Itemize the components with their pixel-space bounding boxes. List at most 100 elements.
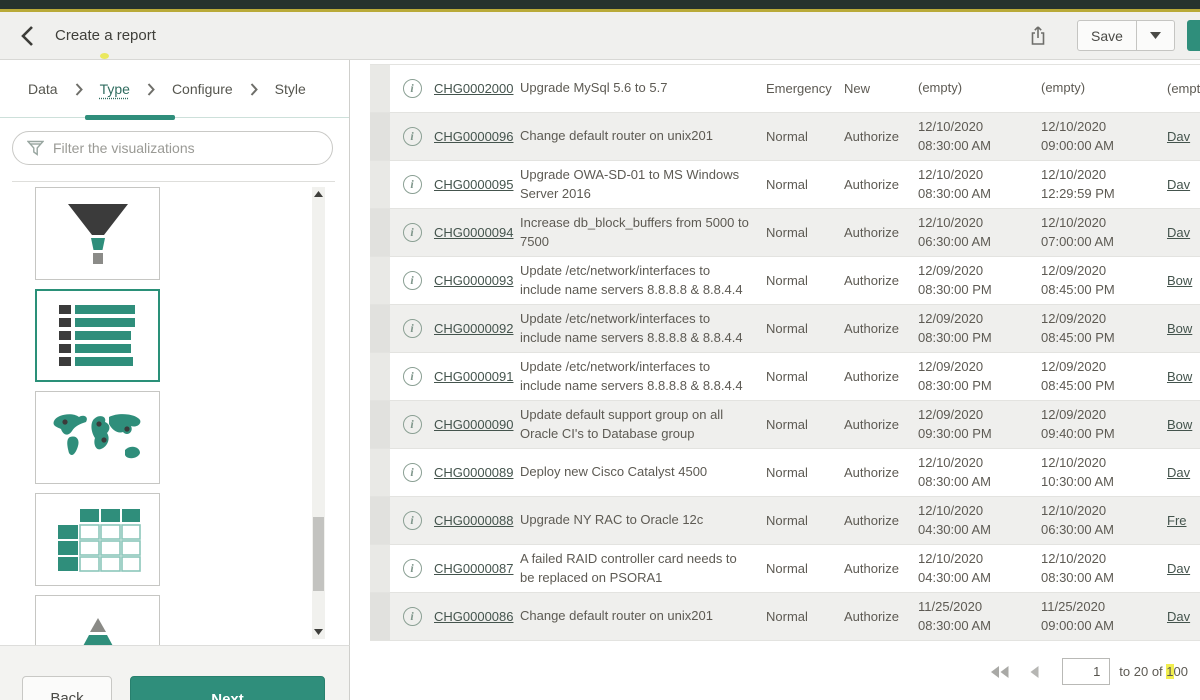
share-icon[interactable] [1029,25,1047,46]
row-gutter [370,257,390,304]
record-number-link[interactable]: CHG0000092 [434,321,520,336]
planned-end-date: (empty) [1041,79,1167,97]
record-number-link[interactable]: CHG0000094 [434,225,520,240]
assigned-to-link[interactable]: Dav [1167,561,1200,576]
page-number-input[interactable] [1062,658,1110,685]
viz-thumb-table-heatmap[interactable] [35,493,160,586]
assigned-to-link[interactable]: Bow [1167,417,1200,432]
assigned-to-link[interactable]: Bow [1167,369,1200,384]
state-value: Authorize [844,609,918,624]
table-row[interactable]: iCHG0002000Upgrade MySql 5.6 to 5.7Emerg… [370,65,1200,113]
active-tab-indicator [85,115,175,120]
info-icon[interactable]: i [403,79,422,98]
record-number-link[interactable]: CHG0000090 [434,417,520,432]
planned-end-date: 12/10/2020 12:29:59 PM [1041,166,1167,202]
info-icon[interactable]: i [403,559,422,578]
priority-value: Normal [766,609,844,624]
tab-type[interactable]: Type [100,81,130,97]
back-arrow-icon[interactable] [20,25,35,47]
record-number-link[interactable]: CHG0000091 [434,369,520,384]
assigned-to-link[interactable]: Dav [1167,177,1200,192]
table-row[interactable]: iCHG0000093Update /etc/network/interface… [370,257,1200,305]
scroll-up-icon[interactable] [314,191,323,197]
record-number-link[interactable]: CHG0000086 [434,609,520,624]
table-row[interactable]: iCHG0000090Update default support group … [370,401,1200,449]
record-number-link[interactable]: CHG0000088 [434,513,520,528]
record-number-link[interactable]: CHG0000096 [434,129,520,144]
first-page-icon[interactable] [991,666,1010,678]
record-number-link[interactable]: CHG0000089 [434,465,520,480]
record-number-link[interactable]: CHG0000087 [434,561,520,576]
planned-start-date: 12/09/2020 08:30:00 PM [918,262,1041,298]
info-icon[interactable]: i [403,175,422,194]
back-button[interactable]: Back [22,676,112,700]
assigned-to-link[interactable]: Dav [1167,225,1200,240]
planned-end-date: 12/10/2020 08:30:00 AM [1041,550,1167,586]
scroll-down-icon[interactable] [314,629,323,635]
info-cell: i [390,415,434,434]
record-number-link[interactable]: CHG0000093 [434,273,520,288]
assigned-to-link[interactable]: Bow [1167,321,1200,336]
record-number-link[interactable]: CHG0002000 [434,81,520,96]
priority-value: Normal [766,465,844,480]
short-description: Upgrade NY RAC to Oracle 12c [520,511,766,529]
assigned-to-link[interactable]: Dav [1167,609,1200,624]
priority-value: Normal [766,561,844,576]
table-row[interactable]: i CHG0000088Upgrade NY RAC to Oracle 12cN… [370,497,1200,545]
row-gutter [370,305,390,352]
info-icon[interactable]: i [403,127,422,146]
viz-thumb-list[interactable] [35,289,160,382]
planned-end-date: 12/09/2020 08:45:00 PM [1041,310,1167,346]
table-row[interactable]: iCHG0000096Change default router on unix… [370,113,1200,161]
pagination: to 20 of 100 [991,658,1188,685]
record-number-link[interactable]: CHG0000095 [434,177,520,192]
info-icon[interactable]: i [403,223,422,242]
planned-end-date: 12/10/2020 10:30:00 AM [1041,454,1167,490]
planned-end-date: 12/10/2020 06:30:00 AM [1041,502,1167,538]
info-icon[interactable]: i [403,271,422,290]
viz-thumb-pyramid[interactable] [35,595,160,645]
info-cell: i [390,271,434,290]
table-row[interactable]: iCHG0000086Change default router on unix… [370,593,1200,641]
row-gutter [370,593,390,640]
table-row[interactable]: iCHG0000089Deploy new Cisco Catalyst 450… [370,449,1200,497]
previous-page-icon[interactable] [1029,666,1039,678]
filter-visualizations-input[interactable] [12,131,333,165]
table-row[interactable]: iCHG0000095Upgrade OWA-SD-01 to MS Windo… [370,161,1200,209]
viz-thumb-world-map[interactable] [35,391,160,484]
table-row[interactable]: iCHG0000091Update /etc/network/interface… [370,353,1200,401]
info-icon[interactable]: i [403,367,422,386]
next-button[interactable]: Next [130,676,325,700]
info-cell: i [390,319,434,338]
assigned-to-link[interactable]: Dav [1167,465,1200,480]
assigned-to-link[interactable]: Dav [1167,129,1200,144]
world-map-icon [49,410,147,466]
info-cell: i [390,79,434,98]
info-cell: i [390,463,434,482]
tab-configure[interactable]: Configure [172,81,233,97]
tab-style[interactable]: Style [275,81,306,97]
divider [12,181,335,182]
visualization-list [0,184,349,645]
tab-data[interactable]: Data [28,81,58,97]
info-icon[interactable]: i [403,511,422,530]
table-row[interactable]: iCHG0000094Increase db_block_buffers fro… [370,209,1200,257]
viz-thumb-funnel[interactable] [35,187,160,280]
assigned-to-link[interactable]: Fre [1167,513,1200,528]
chevron-down-icon [1150,32,1161,39]
pyramid-chart-icon [59,616,137,646]
state-value: Authorize [844,513,918,528]
info-icon[interactable]: i [403,319,422,338]
save-button[interactable]: Save [1077,20,1137,51]
viz-scrollbar[interactable] [312,187,325,639]
run-button-clipped[interactable] [1187,20,1200,51]
priority-value: Normal [766,513,844,528]
scrollbar-thumb[interactable] [313,517,324,591]
table-row[interactable]: iCHG0000092Update /etc/network/interface… [370,305,1200,353]
table-row[interactable]: iCHG0000087A failed RAID controller card… [370,545,1200,593]
info-icon[interactable]: i [403,607,422,626]
info-icon[interactable]: i [403,463,422,482]
assigned-to-link[interactable]: Bow [1167,273,1200,288]
save-dropdown-button[interactable] [1137,20,1175,51]
info-icon[interactable]: i [403,415,422,434]
